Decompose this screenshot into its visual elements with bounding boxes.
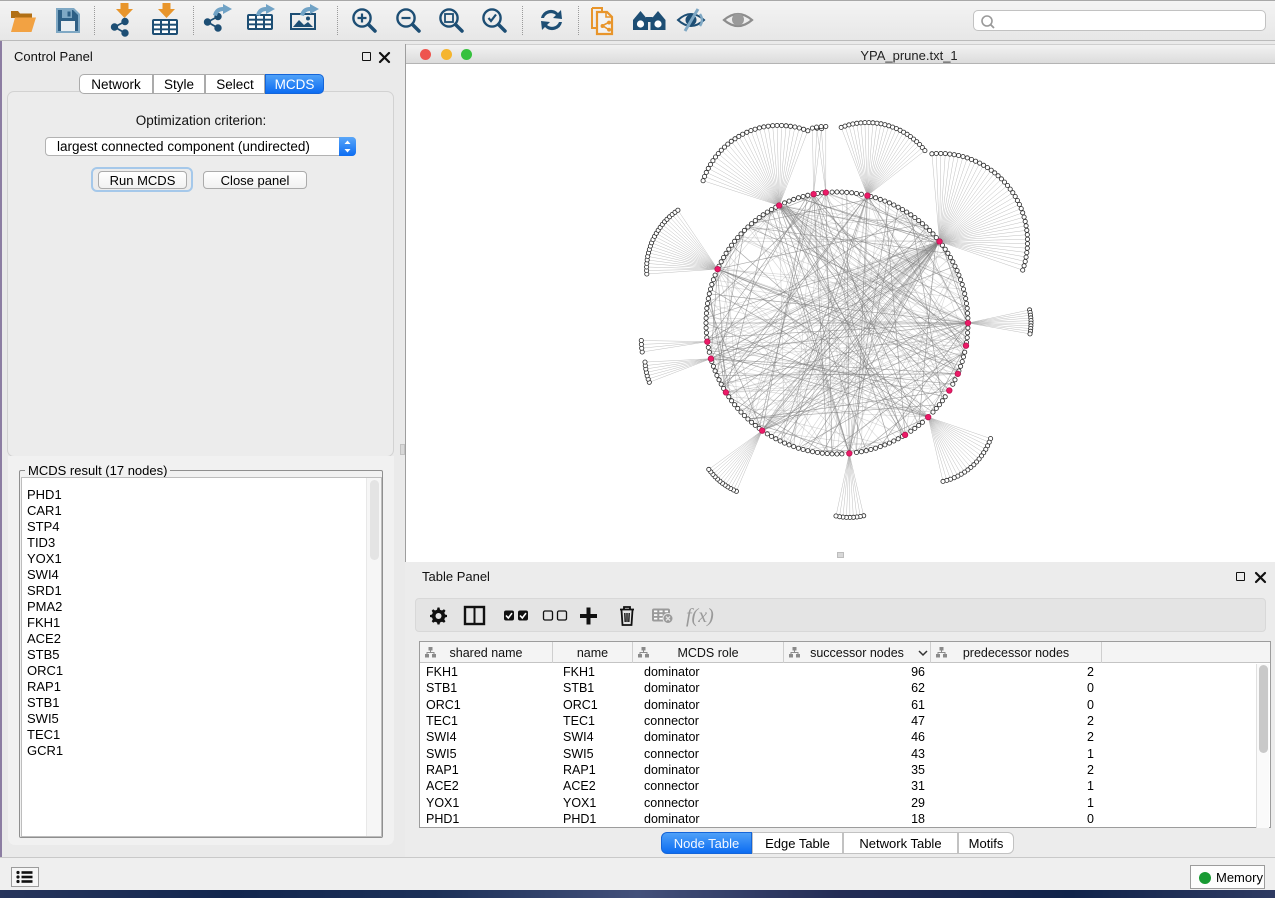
svg-text:f(x): f(x) xyxy=(686,605,714,627)
